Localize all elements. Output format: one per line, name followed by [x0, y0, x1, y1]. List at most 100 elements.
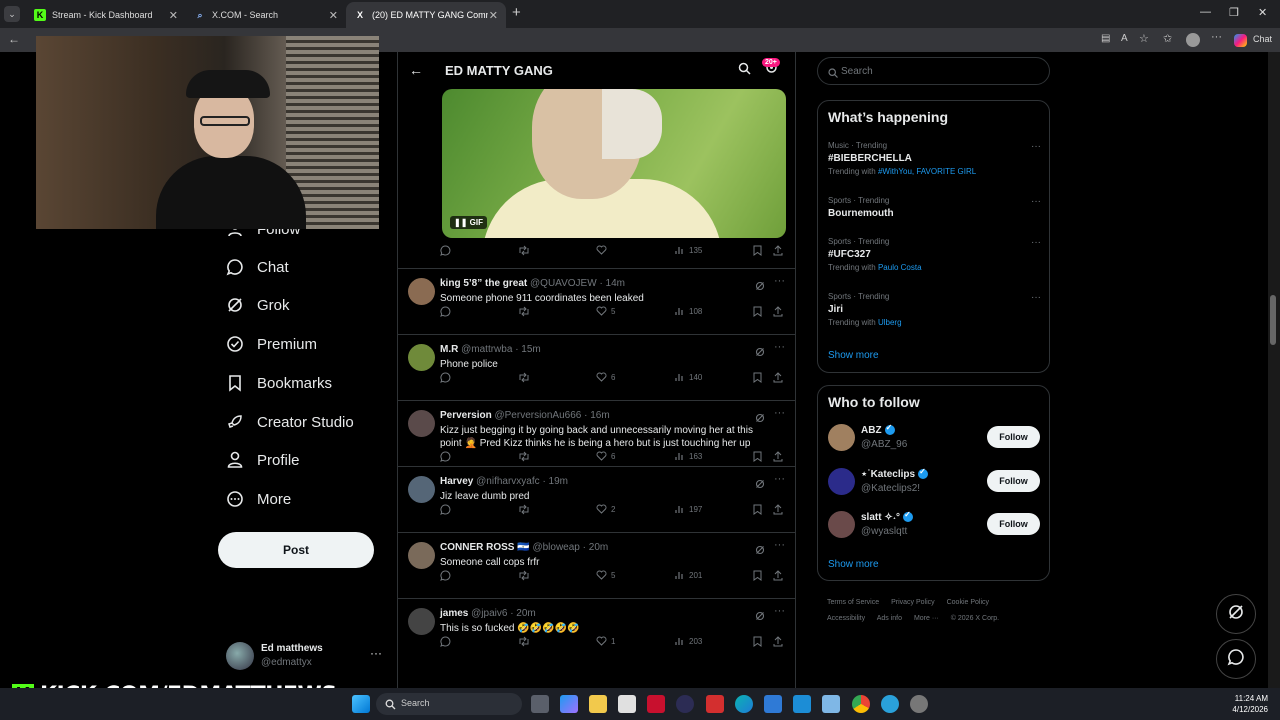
nav-profile[interactable]: Profile: [226, 445, 300, 475]
repost-icon[interactable]: [518, 372, 534, 383]
share-icon[interactable]: [773, 245, 787, 256]
author-name[interactable]: Harvey: [440, 476, 473, 487]
views-count[interactable]: 163: [675, 451, 702, 461]
help-icon[interactable]: [793, 695, 811, 713]
tweet-time[interactable]: · 20m: [583, 542, 609, 553]
nav-bookmarks[interactable]: Bookmarks: [226, 368, 332, 398]
reply-icon[interactable]: [440, 504, 455, 515]
nav-creator-studio[interactable]: Creator Studio: [226, 407, 354, 437]
reply-icon[interactable]: [440, 570, 455, 581]
back-icon[interactable]: ←: [8, 32, 20, 46]
repost-icon[interactable]: [518, 245, 534, 256]
footer-link[interactable]: Cookie Policy: [947, 599, 989, 606]
trend-item[interactable]: Music · Trending #BIEBERCHELLA Trending …: [828, 141, 1043, 176]
taskbar-search[interactable]: Search: [376, 693, 522, 715]
nav-grok[interactable]: Grok: [226, 290, 290, 320]
author-handle[interactable]: @QUAVOJEW: [530, 278, 597, 289]
avatar[interactable]: [408, 344, 435, 371]
restore-icon[interactable]: ❐: [1229, 6, 1239, 19]
more-dots-icon[interactable]: ···: [774, 407, 785, 419]
avatar[interactable]: [408, 278, 435, 305]
favorites-bar-icon[interactable]: ✩: [1163, 32, 1172, 45]
follow-suggestion[interactable]: ABZ @ABZ_96 Follow: [828, 423, 1043, 458]
avatar[interactable]: [408, 608, 435, 635]
settings-icon[interactable]: [910, 695, 928, 713]
gif-label[interactable]: ❚❚ GIF: [450, 216, 487, 229]
avatar[interactable]: [408, 542, 435, 569]
share-icon[interactable]: [773, 636, 787, 647]
reply-icon[interactable]: [440, 636, 455, 647]
close-icon[interactable]: ✕: [329, 9, 338, 22]
repost-icon[interactable]: [518, 636, 534, 647]
tab-x-search[interactable]: ⌕ X.COM - Search ✕: [186, 2, 346, 28]
tweet[interactable]: Perversion @PerversionAu666 · 16m ··· Ki…: [398, 400, 795, 466]
footer-link[interactable]: More ···: [914, 615, 939, 622]
trend-related-link[interactable]: Paulo Costa: [878, 263, 922, 272]
footer-link[interactable]: Ads info: [877, 615, 902, 622]
follow-button[interactable]: Follow: [987, 470, 1040, 492]
author-handle[interactable]: @mattrwba: [461, 344, 512, 355]
scrollbar-thumb[interactable]: [1270, 295, 1276, 345]
avatar[interactable]: [828, 468, 855, 495]
bookmark-icon[interactable]: [753, 372, 766, 383]
suggestion-name[interactable]: ⋆˙Kateclips: [861, 467, 929, 480]
avatar[interactable]: [828, 424, 855, 451]
views-count[interactable]: 140: [675, 372, 702, 382]
bookmark-icon[interactable]: [753, 451, 766, 462]
author-name[interactable]: M.R: [440, 344, 458, 355]
mail-icon[interactable]: [764, 695, 782, 713]
show-more-link[interactable]: Show more: [828, 559, 879, 570]
search-input[interactable]: Search: [817, 57, 1050, 85]
follow-button[interactable]: Follow: [987, 426, 1040, 448]
like-button[interactable]: 5: [596, 570, 615, 580]
tab-community[interactable]: X (20) ED MATTY GANG Community ✕: [346, 2, 506, 28]
author-handle[interactable]: @nifharvxyafc: [476, 476, 540, 487]
bookmark-icon[interactable]: [753, 245, 766, 256]
more-dots-icon[interactable]: ···: [774, 473, 785, 485]
telegram-icon[interactable]: [881, 695, 899, 713]
chrome-icon[interactable]: [852, 695, 870, 713]
system-clock[interactable]: 11:24 AM 4/12/2026: [1210, 693, 1268, 715]
like-button[interactable]: 6: [596, 451, 615, 461]
author-name[interactable]: king 5’8” the great: [440, 278, 527, 289]
share-icon[interactable]: [773, 451, 787, 462]
minimize-icon[interactable]: —: [1200, 6, 1211, 18]
trend-item[interactable]: Sports · Trending #UFC327 Trending with …: [828, 237, 1043, 272]
like-button[interactable]: 2: [596, 504, 615, 514]
bookmark-icon[interactable]: [753, 570, 766, 581]
search-icon[interactable]: [738, 62, 751, 80]
menu-icon[interactable]: ···: [1211, 31, 1222, 43]
repost-icon[interactable]: [518, 504, 534, 515]
file-explorer-icon[interactable]: [589, 695, 607, 713]
more-dots-icon[interactable]: ···: [1031, 292, 1041, 303]
copilot-icon[interactable]: [1234, 34, 1247, 47]
footer-link[interactable]: Terms of Service: [827, 599, 879, 606]
grok-fab[interactable]: [1216, 594, 1256, 634]
show-more-link[interactable]: Show more: [828, 350, 879, 361]
avatar[interactable]: [408, 476, 435, 503]
footer-link[interactable]: Privacy Policy: [891, 599, 935, 606]
share-icon[interactable]: [773, 570, 787, 581]
follow-suggestion[interactable]: ⋆˙Kateclips @Kateclips2! Follow: [828, 467, 1043, 502]
repost-icon[interactable]: [518, 570, 534, 581]
views-count[interactable]: 197: [675, 504, 702, 514]
copilot-label[interactable]: Chat: [1253, 34, 1272, 44]
more-dots-icon[interactable]: ···: [1031, 196, 1041, 207]
more-dots-icon[interactable]: ···: [1031, 237, 1041, 248]
more-dots-icon[interactable]: ···: [774, 275, 785, 287]
suggestion-name[interactable]: slatt ✧˖°: [861, 510, 914, 523]
post-button[interactable]: Post: [218, 532, 374, 568]
copilot-app-icon[interactable]: [560, 695, 578, 713]
trend-related-link[interactable]: Ulberg: [878, 318, 902, 327]
tweet[interactable]: king 5’8” the great @QUAVOJEW · 14m ··· …: [398, 268, 795, 334]
close-icon[interactable]: ✕: [169, 9, 178, 22]
read-aloud-icon[interactable]: A: [1121, 33, 1128, 44]
more-dots-icon[interactable]: ···: [1031, 141, 1041, 152]
obs-icon[interactable]: [676, 695, 694, 713]
more-dots-icon[interactable]: ···: [774, 605, 785, 617]
close-window-icon[interactable]: ✕: [1258, 6, 1267, 19]
tweet[interactable]: M.R @mattrwba · 15m ··· Phone police 6 1…: [398, 334, 795, 400]
repost-icon[interactable]: [518, 306, 534, 317]
follow-button[interactable]: Follow: [987, 513, 1040, 535]
views-count[interactable]: 135: [675, 245, 702, 255]
